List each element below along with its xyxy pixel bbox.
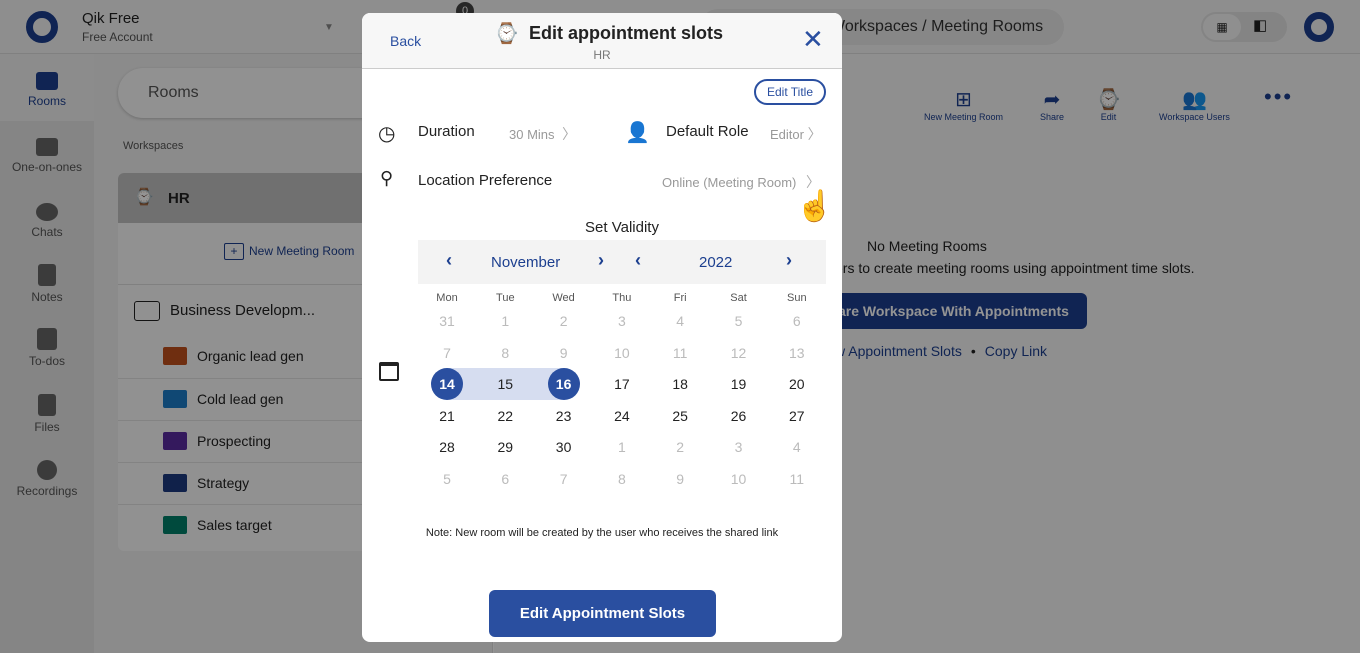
default-role-row[interactable]: 👤 Default Role xyxy=(625,120,749,145)
add-user-icon: 👤 xyxy=(625,122,650,144)
chevron-right-icon: 〉 xyxy=(806,174,821,190)
calendar-day: 3 xyxy=(617,313,626,329)
weekday-label: Tue xyxy=(496,292,515,304)
calendar-day: 12 xyxy=(730,344,747,361)
default-role-value[interactable]: Editor 〉 xyxy=(770,124,822,144)
calendar-day: 1 xyxy=(501,313,510,329)
duration-label: Duration xyxy=(418,123,475,140)
duration-row[interactable]: ◷ Duration xyxy=(378,121,475,146)
calendar-day[interactable]: 28 xyxy=(431,431,463,463)
weekday-label: Wed xyxy=(552,292,575,304)
close-icon[interactable]: ✕ xyxy=(802,25,824,53)
calendar-day[interactable]: 30 xyxy=(548,431,580,463)
date-range-calendar: ‹ November › ‹ 2022 › Mon Tue Wed Thu Fri Sat… xyxy=(418,240,826,487)
calendar-day: 31 xyxy=(439,313,455,329)
calendar-day[interactable]: 14 xyxy=(431,368,463,401)
calendar-day[interactable]: 24 xyxy=(606,400,638,432)
calendar-day[interactable]: 16 xyxy=(547,368,580,401)
set-validity-label: Set Validity xyxy=(585,219,659,236)
calendar-day[interactable]: 29 xyxy=(489,431,521,463)
next-month-button[interactable]: › xyxy=(598,250,604,271)
calendar-day: 9 xyxy=(559,344,568,361)
back-button[interactable]: Back xyxy=(390,33,421,49)
calendar-day: 6 xyxy=(792,313,801,329)
edit-appointment-slots-button[interactable]: Edit Appointment Slots xyxy=(489,590,716,637)
calendar-day: 8 xyxy=(501,344,510,361)
location-value-text: Online (Meeting Room) xyxy=(662,175,797,190)
edit-title-button[interactable]: Edit Title xyxy=(754,79,826,105)
calendar-day[interactable]: 15 xyxy=(489,368,521,400)
edit-appointment-slots-modal: Back ⌚ Edit appointment slots HR ✕ Edit … xyxy=(362,13,842,642)
calendar-day: 8 xyxy=(617,471,626,487)
default-role-value-text: Editor xyxy=(770,127,804,142)
weekday-label: Fri xyxy=(673,292,687,304)
calendar-day[interactable]: 18 xyxy=(664,368,696,400)
calendar-day: 2 xyxy=(559,313,568,329)
calendar-day: 11 xyxy=(789,471,805,487)
year-label[interactable]: 2022 xyxy=(699,254,732,271)
calendar-day[interactable]: 27 xyxy=(781,400,813,432)
calendar-day: 5 xyxy=(734,313,743,329)
calendar-day: 2 xyxy=(676,439,685,456)
modal-title: Edit appointment slots xyxy=(529,23,724,43)
next-year-button[interactable]: › xyxy=(786,250,792,271)
calendar-day: 9 xyxy=(676,471,685,487)
weekday-label: Mon xyxy=(436,292,458,304)
calendar-day: 4 xyxy=(792,439,801,456)
calendar-day: 6 xyxy=(501,471,510,487)
calendar-day: 1 xyxy=(617,439,626,456)
calendar-day[interactable]: 26 xyxy=(723,400,755,432)
calendar-day: 10 xyxy=(614,344,630,361)
calendar-header: ‹ November › ‹ 2022 › xyxy=(418,240,826,284)
calendar-day: 7 xyxy=(443,344,451,361)
note-text: Note: New room will be created by the us… xyxy=(425,527,779,539)
calendar-day: 3 xyxy=(734,439,743,456)
chevron-right-icon: 〉 xyxy=(807,126,822,142)
calendar-day[interactable]: 23 xyxy=(548,400,580,432)
appointment-slots-icon: ⌚ xyxy=(494,23,519,45)
calendar-day: 13 xyxy=(789,344,805,361)
calendar-day[interactable]: 25 xyxy=(664,400,696,432)
prev-month-button[interactable]: ‹ xyxy=(446,250,452,271)
duration-value[interactable]: 30 Mins 〉 xyxy=(509,124,576,144)
duration-value-text: 30 Mins xyxy=(509,127,555,142)
location-row[interactable]: ⚲ Location Preference xyxy=(380,168,552,189)
calendar-day: 10 xyxy=(730,471,747,487)
calendar-day[interactable]: 19 xyxy=(723,368,755,400)
calendar-day[interactable]: 21 xyxy=(431,400,463,432)
calendar-day: 4 xyxy=(676,313,685,329)
location-pin-icon: ⚲ xyxy=(380,168,394,188)
default-role-label: Default Role xyxy=(666,123,749,140)
month-label[interactable]: November xyxy=(491,254,560,271)
clock-icon: ◷ xyxy=(378,123,396,145)
calendar-day: 5 xyxy=(443,471,451,487)
weekday-label: Thu xyxy=(612,292,632,304)
calendar-day[interactable]: 20 xyxy=(781,368,813,400)
weekday-label: Sun xyxy=(787,292,807,304)
calendar-day[interactable]: 22 xyxy=(489,400,521,432)
modal-header: Back ⌚ Edit appointment slots HR ✕ xyxy=(362,13,842,69)
calendar-day: 11 xyxy=(672,344,688,361)
prev-year-button[interactable]: ‹ xyxy=(635,250,641,271)
modal-subtitle: HR xyxy=(593,48,611,62)
calendar-day: 7 xyxy=(559,471,568,487)
weekday-label: Sat xyxy=(730,292,747,304)
chevron-right-icon: 〉 xyxy=(562,126,577,142)
calendar-day[interactable]: 17 xyxy=(606,368,638,400)
location-label: Location Preference xyxy=(418,172,553,189)
calendar-icon xyxy=(379,362,399,381)
